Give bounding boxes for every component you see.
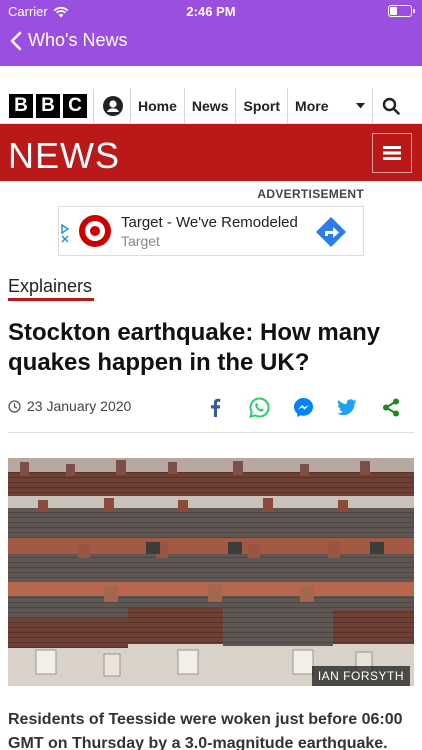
news-banner: NEWS bbox=[0, 124, 422, 181]
facebook-share-button[interactable] bbox=[204, 396, 226, 418]
clock-icon bbox=[8, 399, 21, 413]
bbc-top-bar: B B C Home News Sport More bbox=[0, 87, 422, 124]
ad-title: Target - We've Remodeled bbox=[121, 213, 298, 231]
date-text: 23 January 2020 bbox=[27, 398, 132, 414]
facebook-icon bbox=[210, 398, 220, 417]
bbc-logo-letter: C bbox=[63, 93, 87, 118]
share-button[interactable] bbox=[380, 396, 402, 418]
back-label: Who's News bbox=[28, 30, 128, 50]
nav-home[interactable]: Home bbox=[130, 87, 184, 124]
twitter-icon bbox=[337, 398, 357, 415]
search-button[interactable] bbox=[373, 88, 409, 124]
article-date: 23 January 2020 bbox=[8, 398, 131, 414]
twitter-share-button[interactable] bbox=[336, 396, 358, 418]
bbc-nav: Home News Sport More bbox=[130, 87, 374, 124]
section-underline bbox=[8, 298, 94, 301]
caret-down-icon bbox=[356, 102, 366, 108]
hamburger-menu-icon bbox=[383, 146, 401, 160]
news-wordmark[interactable]: NEWS bbox=[8, 135, 120, 177]
menu-button[interactable] bbox=[372, 133, 412, 173]
nav-more-dropdown[interactable]: More bbox=[287, 87, 374, 124]
nav-news[interactable]: News bbox=[183, 87, 236, 124]
terraced-houses-image bbox=[8, 458, 414, 686]
whatsapp-share-button[interactable] bbox=[248, 396, 270, 418]
nav-sport[interactable]: Sport bbox=[235, 87, 287, 124]
messenger-share-button[interactable] bbox=[292, 396, 314, 418]
account-icon bbox=[103, 95, 123, 116]
nav-more-label: More bbox=[295, 97, 329, 114]
bbc-logo[interactable]: B B C bbox=[9, 93, 87, 118]
messenger-icon bbox=[293, 397, 313, 417]
share-icon bbox=[383, 398, 399, 416]
ad-text: Target - We've Remodeled Target bbox=[121, 214, 298, 249]
account-button[interactable] bbox=[101, 94, 125, 118]
divider bbox=[8, 432, 414, 433]
article-headline: Stockton earthquake: How many quakes hap… bbox=[8, 319, 381, 376]
bbc-logo-letter: B bbox=[36, 93, 60, 118]
advertisement-label: ADVERTISEMENT bbox=[257, 187, 364, 201]
back-button[interactable]: Who's News bbox=[10, 30, 127, 51]
share-bar bbox=[204, 396, 402, 418]
article-photo: IAN FORSYTH bbox=[8, 458, 414, 686]
directions-icon[interactable] bbox=[315, 216, 347, 248]
status-time: 2:46 PM bbox=[186, 4, 236, 19]
status-bar: Carrier 2:46 PM bbox=[0, 0, 422, 22]
whatsapp-icon bbox=[248, 396, 269, 418]
article-meta: 23 January 2020 bbox=[8, 396, 414, 418]
bbc-logo-letter: B bbox=[9, 93, 33, 118]
ad-banner[interactable]: Target - We've Remodeled Target bbox=[58, 206, 364, 256]
search-icon bbox=[382, 97, 400, 115]
target-logo bbox=[79, 215, 111, 247]
close-icon bbox=[61, 235, 69, 243]
app-header: Carrier 2:46 PM Who's News bbox=[0, 0, 422, 66]
divider bbox=[93, 88, 94, 123]
battery-icon bbox=[388, 5, 415, 17]
article-lede: Residents of Teesside were woken just be… bbox=[8, 711, 403, 750]
ad-choices-icon bbox=[61, 224, 69, 234]
chevron-left-icon bbox=[10, 31, 22, 50]
ad-advertiser: Target bbox=[121, 232, 160, 249]
photo-credit: IAN FORSYTH bbox=[311, 666, 410, 686]
section-link[interactable]: Explainers bbox=[8, 276, 92, 297]
ad-choices[interactable] bbox=[61, 224, 69, 243]
